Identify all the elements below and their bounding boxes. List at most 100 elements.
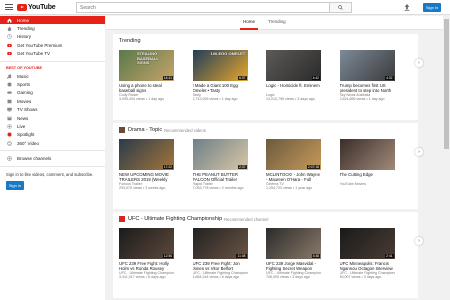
video-thumbnail[interactable]: 2:07:18: [266, 139, 321, 170]
video-card[interactable]: 17:02 NEW UPCOMING MOVIE TRAILERS 2019 (W…: [119, 139, 174, 191]
sidebar-item-label: Get YouTube TV: [17, 51, 51, 57]
sidebar-item-360-video[interactable]: 360° Video: [0, 139, 105, 147]
menu-icon[interactable]: [5, 4, 13, 10]
sidebar-item-trending[interactable]: Trending: [0, 24, 105, 32]
browse-channels-item[interactable]: Browse channels: [0, 154, 105, 162]
thumbnail-overlay-text: 100-EGG OMELET: [210, 51, 246, 56]
video-card[interactable]: 2:07:18 MCLINTOCK! - John Wayne - Maureen…: [266, 139, 321, 191]
video-duration: 2:41: [385, 254, 394, 258]
video-thumbnail[interactable]: 11:08: [192, 228, 248, 259]
sidebar-item-label: Gaming: [17, 90, 33, 96]
shelf-header: UFC - Ultimate Fighting Championship Reco…: [119, 216, 268, 222]
video-card[interactable]: STEALING BASEBALL SIGNS 14:41 Using a phon…: [119, 50, 174, 102]
video-title[interactable]: UFC Minneapolis: Francis Ngannou Octagon…: [340, 261, 395, 271]
video-card[interactable]: 4:02 Trump becomes first US president to …: [339, 50, 395, 102]
shelf-title[interactable]: UFC - Ultimate Fighting Championship: [128, 216, 222, 222]
video-card[interactable]: 11:08 UFC 239 Free Fight: Jon Jones vs Vi…: [192, 228, 248, 280]
video-row: 17:02 NEW UPCOMING MOVIE TRAILERS 2019 (W…: [119, 139, 413, 191]
divider: [0, 165, 105, 167]
video-title[interactable]: Trump becomes first US president to step…: [340, 83, 395, 93]
sidebar-signin-button[interactable]: Sign in: [6, 181, 24, 191]
video-row: 12:56 UFC 239 Free Fight: Holly Holm vs R…: [119, 228, 413, 280]
sidebar-item-music[interactable]: Music: [0, 72, 105, 80]
video-title[interactable]: Using a phone to steal baseball signs: [119, 83, 174, 93]
video-thumbnail[interactable]: 100-EGG OMELET 6:07: [192, 50, 248, 81]
sidebar-item-home[interactable]: Home: [0, 16, 105, 25]
video-title[interactable]: UFC 239 Free Fight: Jon Jones vs Vitor B…: [193, 261, 248, 271]
shelf: UFC - Ultimate Fighting Championship Reco…: [113, 212, 423, 298]
video-duration: 17:02: [162, 165, 173, 169]
tab-home[interactable]: Home: [243, 19, 255, 24]
video-thumbnail[interactable]: [339, 139, 395, 170]
sidebar-item-tv-shows[interactable]: TV Shows: [0, 106, 105, 114]
sidebar-item-news[interactable]: News: [0, 114, 105, 122]
video-thumbnail[interactable]: STEALING BASEBALL SIGNS 14:41: [119, 50, 174, 81]
sidebar-item-label: Live: [17, 123, 26, 129]
video-duration: 6:07: [238, 76, 247, 80]
search-input[interactable]: [77, 3, 329, 12]
video-card[interactable]: 2:41 UFC Minneapolis: Francis Ngannou Oct…: [339, 228, 395, 280]
video-title[interactable]: MCLINTOCK! - John Wayne - Maureen O'Hara…: [266, 172, 321, 182]
youtube-logo[interactable]: YouTube: [17, 3, 56, 11]
tab-trending[interactable]: Trending: [268, 19, 286, 24]
video-title[interactable]: UFC 239 Jorge Masvidal - Fighting Secret…: [266, 261, 321, 271]
video-thumbnail[interactable]: 17:02: [119, 139, 174, 170]
video-meta: 7,053,778 views • 2 months ago: [192, 186, 244, 191]
trending-icon: [6, 26, 12, 32]
video-card[interactable]: The Cutting Edge YouTube Movies: [339, 139, 395, 191]
tv-icon: [6, 107, 12, 112]
video-channel[interactable]: YouTube Movies: [340, 182, 395, 186]
video-title[interactable]: Logic - Homicide ft. Eminem: [266, 83, 321, 93]
sidebar-item-label: TV Shows: [17, 107, 38, 113]
video-thumbnail[interactable]: 12:56: [119, 228, 174, 259]
sidebar-item-get-youtube-tv[interactable]: Get YouTube TV: [0, 50, 105, 58]
shelf-next-arrow-icon[interactable]: ›: [415, 237, 423, 245]
upload-icon[interactable]: [404, 4, 410, 11]
divider: [0, 150, 105, 152]
video-title[interactable]: The Cutting Edge: [340, 172, 395, 182]
video-thumbnail[interactable]: 4:02: [339, 50, 395, 81]
shelf-header: Drama - Topic Recommended videos: [119, 127, 206, 133]
video-meta: 708,005 views • 3 days ago: [266, 275, 310, 280]
active-tab-indicator: [240, 28, 258, 30]
video-title[interactable]: THE PEANUT BUTTER FALCON Official Traile…: [193, 172, 248, 182]
video-card[interactable]: 12:56 UFC 239 Free Fight: Holly Holm vs R…: [119, 228, 174, 280]
movies-icon: [6, 99, 12, 104]
shelf-next-arrow-icon[interactable]: ›: [415, 59, 423, 67]
signin-button[interactable]: Sign in: [423, 3, 441, 12]
video-title[interactable]: NEW UPCOMING MOVIE TRAILERS 2019 (Weekly…: [119, 172, 174, 182]
video-card[interactable]: 2:37 THE PEANUT BUTTER FALCON Official Tr…: [192, 139, 248, 191]
video-title[interactable]: UFC 239 Free Fight: Holly Holm vs Ronda …: [119, 261, 174, 271]
page-scrollbar[interactable]: [443, 16, 450, 300]
video-thumbnail[interactable]: 3:48: [266, 228, 321, 259]
history-icon: [6, 34, 12, 40]
sidebar-item-spotlight[interactable]: Spotlight: [0, 131, 105, 139]
video-card[interactable]: 4:42 Logic - Homicide ft. Eminem Logic 13,0…: [266, 50, 321, 102]
channel-avatar[interactable]: [119, 216, 125, 222]
search-button[interactable]: [329, 3, 351, 12]
shelf-next-arrow-icon[interactable]: ›: [415, 148, 423, 156]
video-thumbnail[interactable]: 2:41: [339, 228, 395, 259]
sidebar-item-live[interactable]: Live: [0, 122, 105, 130]
sidebar-item-movies[interactable]: Movies: [0, 97, 105, 105]
video-thumbnail[interactable]: 2:37: [192, 139, 248, 170]
sidebar-item-gaming[interactable]: Gaming: [0, 89, 105, 97]
scrollbar-thumb[interactable]: [444, 19, 449, 149]
video-title[interactable]: I Made a Giant 100 Egg Omelet • Tasty: [193, 83, 248, 93]
sidebar-item-get-youtube-premium[interactable]: Get YouTube Premium: [0, 41, 105, 49]
shelf-title[interactable]: Drama - Topic: [128, 127, 162, 133]
channel-avatar[interactable]: [119, 127, 125, 133]
video-duration: 4:02: [385, 76, 394, 80]
video-meta: 1,254,723 views • 1 year ago: [266, 186, 313, 191]
video-card[interactable]: 100-EGG OMELET 6:07 I Made a Giant 100 Egg…: [192, 50, 248, 102]
video-thumbnail[interactable]: 4:42: [266, 50, 321, 81]
video-duration: 2:07:18: [307, 165, 320, 169]
shelf-title[interactable]: Trending: [119, 38, 141, 44]
video-card[interactable]: 3:48 UFC 239 Jorge Masvidal - Fighting Se…: [266, 228, 321, 280]
browse-channels-label: Browse channels: [17, 156, 52, 162]
video-meta: 2,743,926 views • 1 day ago: [192, 97, 238, 102]
video-duration: 2:37: [238, 165, 247, 169]
sidebar-item-history[interactable]: History: [0, 33, 105, 41]
sidebar-item-sports[interactable]: Sports: [0, 80, 105, 88]
video-meta: 89,007 views • 3 days ago: [339, 275, 382, 280]
